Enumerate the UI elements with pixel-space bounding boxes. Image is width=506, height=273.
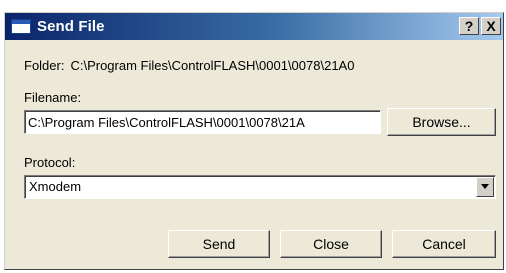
filename-label: Filename:: [24, 90, 82, 105]
filename-input[interactable]: [24, 110, 381, 134]
close-window-button[interactable]: X: [481, 17, 501, 35]
folder-path: C:\Program Files\ControlFLASH\0001\0078\…: [70, 58, 355, 73]
protocol-selected-value: Xmodem: [29, 179, 82, 194]
send-file-dialog: Send File ? X Folder: C:\Program Files\Co…: [4, 12, 504, 270]
cancel-button[interactable]: Cancel: [392, 230, 496, 258]
protocol-select[interactable]: Xmodem: [24, 175, 496, 199]
send-button[interactable]: Send: [168, 230, 270, 258]
title-bar[interactable]: Send File ? X: [5, 13, 503, 40]
chevron-down-icon[interactable]: [476, 177, 494, 197]
folder-label: Folder:: [24, 58, 65, 73]
window-title: Send File: [37, 18, 105, 35]
browse-button[interactable]: Browse...: [387, 108, 496, 136]
close-button[interactable]: Close: [280, 230, 382, 258]
protocol-label: Protocol:: [24, 155, 76, 170]
folder-row: Folder: C:\Program Files\ControlFLASH\000…: [24, 58, 354, 73]
window-icon: [11, 19, 31, 34]
help-button[interactable]: ?: [459, 17, 479, 35]
